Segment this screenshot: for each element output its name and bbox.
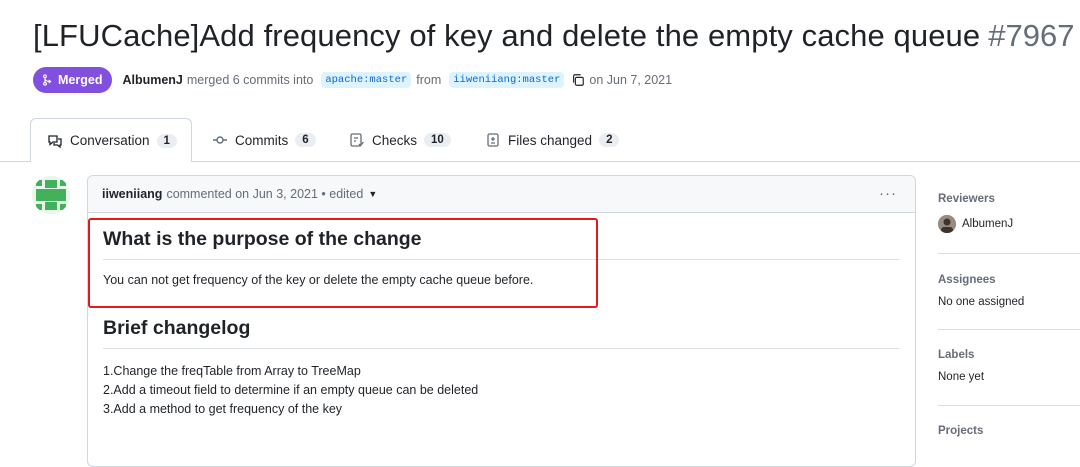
pr-title-row: [LFUCache]Add frequency of key and delet… [33,18,1074,54]
chevron-down-icon[interactable]: ▼ [368,189,377,199]
from-text: from [416,73,442,87]
pr-number: #7967 [988,18,1075,53]
merged-badge: Merged [33,67,113,93]
sidebar-assignees: Assignees No one assigned [938,274,1080,308]
tab-commits[interactable]: Commits 6 [212,118,316,162]
sidebar-labels: Labels None yet [938,349,1080,383]
tab-count: 1 [156,133,177,148]
list-item: 1.Change the freqTable from Array to Tre… [103,364,361,378]
pr-meta: Merged AlbumenJ merged 6 commits into ap… [33,67,672,93]
merger-link[interactable]: AlbumenJ [122,73,182,87]
labels-value: None yet [938,371,985,383]
reviewers-heading[interactable]: Reviewers [938,193,1080,205]
sidebar-reviewers: Reviewers AlbumenJ [938,193,1080,233]
assignees-value: No one assigned [938,296,1025,308]
tab-files-changed[interactable]: Files changed 2 [485,118,620,162]
merge-action-text: merged 6 commits into [186,73,314,87]
sidebar-divider [938,405,1080,406]
labels-heading[interactable]: Labels [938,349,1080,361]
conversation-icon [47,133,63,149]
merged-label: Merged [58,73,103,87]
tab-count: 6 [295,133,316,147]
commenter-avatar[interactable] [32,176,70,214]
commenter-link[interactable]: iiweniiang [102,187,162,201]
tab-label: Commits [235,132,289,148]
kebab-menu-icon[interactable]: ··· [879,185,897,202]
pr-tabs: Conversation 1 Commits 6 Checks 10 Files… [0,118,1080,162]
commit-icon [212,132,228,148]
merge-date: on Jun 7, 2021 [589,73,673,87]
copy-icon[interactable] [571,73,585,87]
reviewer-item[interactable]: AlbumenJ [938,215,1080,233]
comment-meta: commented on Jun 3, 2021 • edited [166,187,364,201]
changelog-heading: Brief changelog [103,317,899,349]
sidebar-divider [938,253,1080,254]
tab-label: Checks [372,132,418,148]
list-item: 2.Add a timeout field to determine if an… [103,383,479,397]
purpose-heading: What is the purpose of the change [103,228,899,260]
reviewer-avatar [938,215,956,233]
assignees-heading[interactable]: Assignees [938,274,1080,286]
changelog-list: 1.Change the freqTable from Array to Tre… [103,362,899,419]
pr-title: [LFUCache]Add frequency of key and delet… [33,18,981,53]
comment-body: What is the purpose of the change You ca… [103,228,899,419]
reviewer-name: AlbumenJ [962,218,1014,230]
tab-label: Files changed [508,132,593,148]
purpose-text: You can not get frequency of the key or … [103,273,534,287]
file-diff-icon [485,132,501,148]
tab-conversation[interactable]: Conversation 1 [30,118,192,162]
tab-count: 2 [599,133,620,147]
merge-icon [43,74,52,86]
checklist-icon [349,132,365,148]
comment-box: iiweniiang commented on Jun 3, 2021 • ed… [87,175,916,467]
tab-checks[interactable]: Checks 10 [349,118,451,162]
list-item: 3.Add a method to get frequency of the k… [103,402,343,416]
projects-heading[interactable]: Projects [938,425,1080,437]
base-branch[interactable]: apache:master [321,72,412,88]
comment-header: iiweniiang commented on Jun 3, 2021 • ed… [88,176,915,213]
sidebar-divider [938,329,1080,330]
sidebar-projects: Projects [938,425,1080,437]
tab-count: 10 [424,133,451,147]
tab-label: Conversation [70,133,150,148]
head-branch[interactable]: iiweniiang:master [449,72,565,88]
